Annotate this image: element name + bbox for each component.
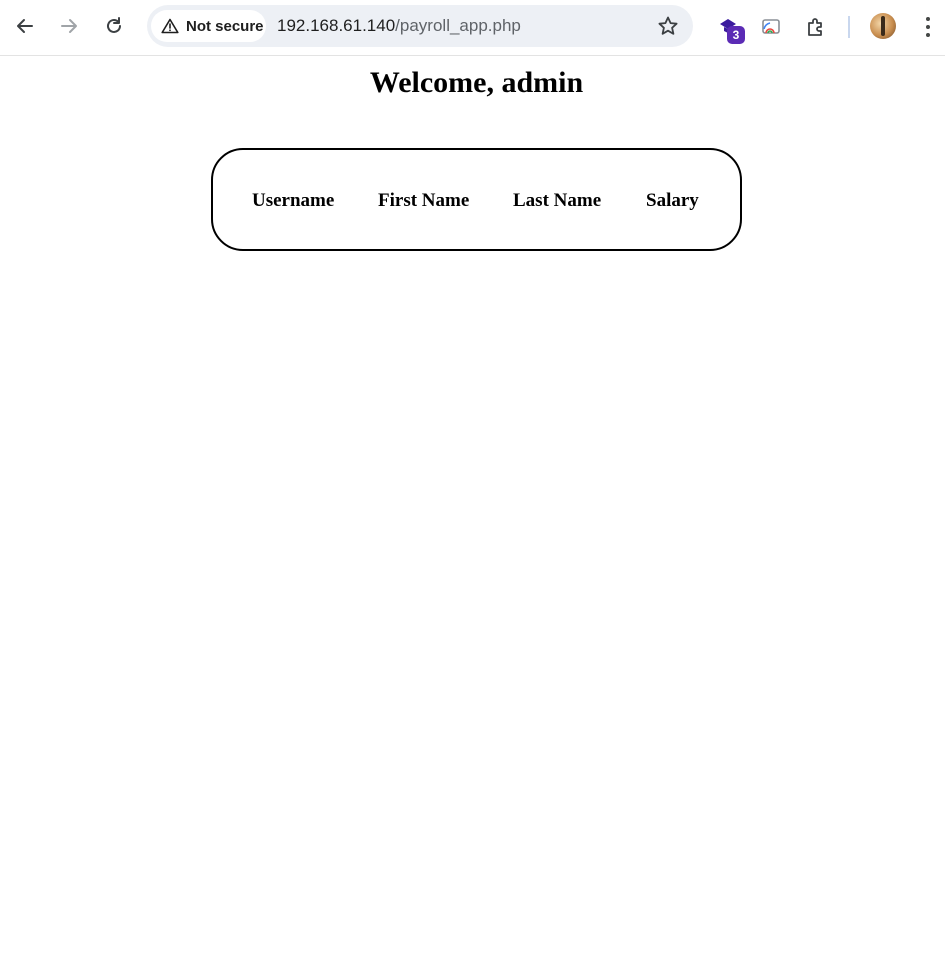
avatar[interactable] xyxy=(870,13,896,39)
browser-toolbar: Not secure 192.168.61.140/payroll_app.ph… xyxy=(0,0,945,56)
url-text[interactable]: 192.168.61.140/payroll_app.php xyxy=(277,16,521,36)
star-icon xyxy=(658,16,678,35)
payroll-table: Username First Name Last Name Salary xyxy=(211,148,742,251)
security-chip-label: Not secure xyxy=(186,17,264,35)
forward-button[interactable] xyxy=(51,8,87,44)
page-content: Welcome, admin Username First Name Last … xyxy=(0,57,945,959)
toolbar-divider xyxy=(848,16,850,38)
column-header-salary: Salary xyxy=(646,190,699,211)
bookmark-button[interactable] xyxy=(657,15,679,42)
column-header-first-name: First Name xyxy=(378,190,470,211)
forward-arrow-icon xyxy=(61,19,77,33)
column-header-last-name: Last Name xyxy=(513,190,602,211)
address-bar[interactable]: Not secure 192.168.61.140/payroll_app.ph… xyxy=(147,5,693,47)
url-host: 192.168.61.140 xyxy=(277,16,396,35)
column-header-username: Username xyxy=(252,190,335,211)
reload-icon xyxy=(107,17,121,33)
puzzle-icon xyxy=(808,18,822,36)
extension-button-2[interactable] xyxy=(754,10,788,44)
reload-button[interactable] xyxy=(96,8,132,44)
kebab-menu-icon[interactable] xyxy=(918,14,938,40)
extensions-menu-button[interactable] xyxy=(799,10,833,44)
warning-icon xyxy=(161,18,179,34)
url-path: /payroll_app.php xyxy=(395,16,521,35)
page-title: Welcome, admin xyxy=(369,66,584,99)
back-arrow-icon xyxy=(17,19,33,33)
cast-icon xyxy=(762,19,780,34)
extension-badge: 3 xyxy=(727,26,745,44)
back-button[interactable] xyxy=(7,8,43,44)
